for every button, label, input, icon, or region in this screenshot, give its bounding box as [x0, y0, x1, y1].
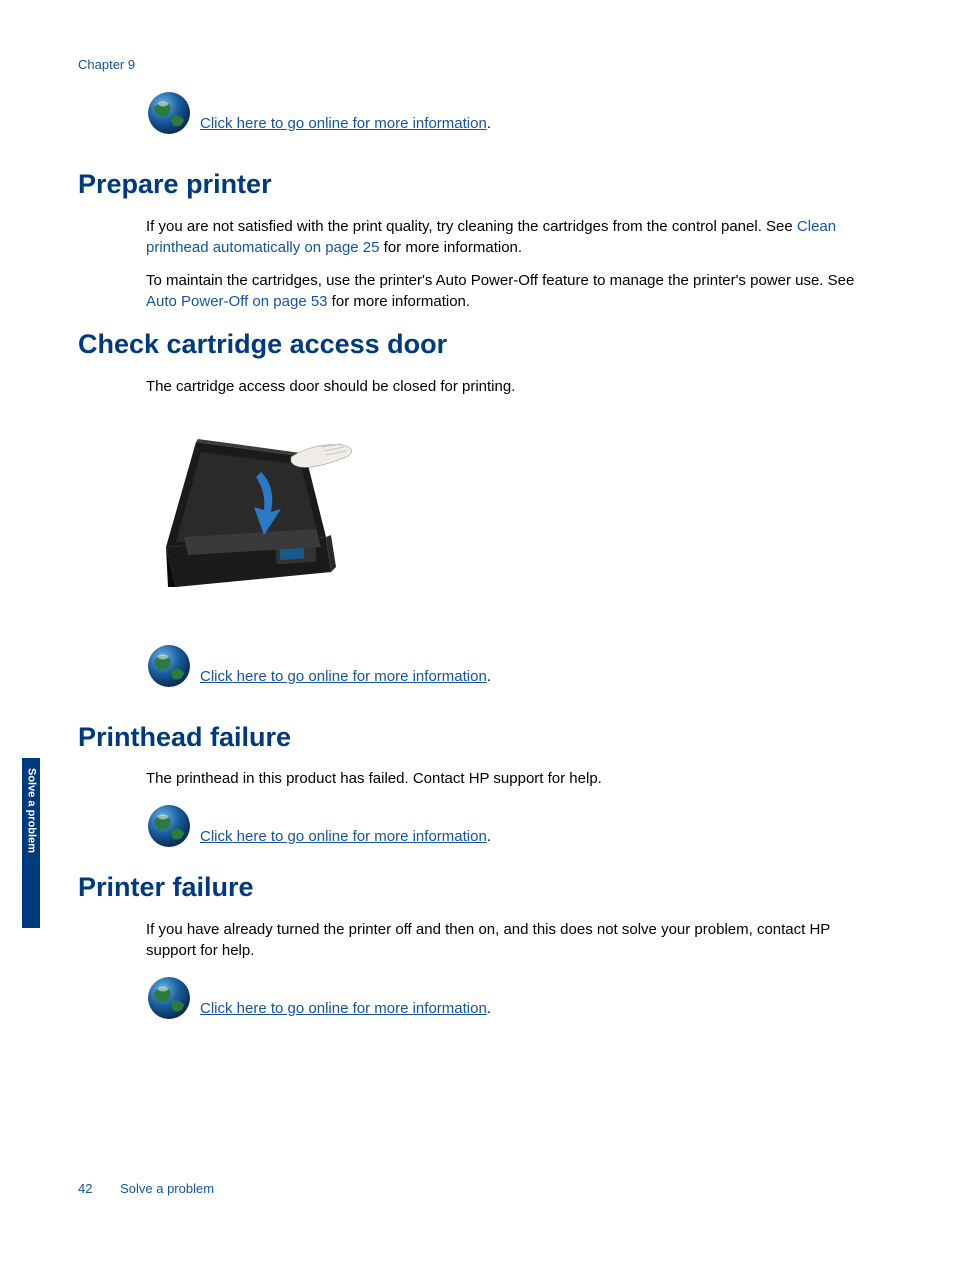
cartridge-door-paragraph: The cartridge access door should be clos…: [146, 376, 866, 397]
globe-icon: [146, 803, 192, 849]
page-number: 42: [78, 1180, 92, 1198]
online-info-row-3: Click here to go online for more informa…: [146, 803, 878, 849]
prepare-printer-heading: Prepare printer: [78, 166, 878, 204]
printer-illustration: [146, 417, 878, 613]
cartridge-door-heading: Check cartridge access door: [78, 326, 878, 364]
side-tab-label: Solve a problem: [23, 768, 38, 853]
printer-failure-heading: Printer failure: [78, 869, 878, 907]
period: .: [487, 668, 491, 685]
online-info-link[interactable]: Click here to go online for more informa…: [200, 1000, 487, 1017]
online-info-row-1: Click here to go online for more informa…: [146, 90, 878, 136]
printhead-failure-paragraph: The printhead in this product has failed…: [146, 768, 866, 789]
chapter-label: Chapter 9: [78, 56, 135, 74]
footer-section-name: Solve a problem: [120, 1181, 214, 1196]
side-tab: Solve a problem: [22, 758, 40, 928]
period: .: [487, 828, 491, 845]
online-info-link[interactable]: Click here to go online for more informa…: [200, 828, 487, 845]
printhead-failure-body: The printhead in this product has failed…: [146, 768, 866, 789]
printer-failure-body: If you have already turned the printer o…: [146, 919, 866, 961]
globe-icon: [146, 975, 192, 1021]
page-content: Click here to go online for more informa…: [78, 90, 878, 1041]
prepare-paragraph-1: If you are not satisfied with the print …: [146, 216, 866, 258]
globe-icon: [146, 90, 192, 136]
online-info-link[interactable]: Click here to go online for more informa…: [200, 115, 487, 132]
prepare-printer-body: If you are not satisfied with the print …: [146, 216, 866, 312]
page-footer: 42 Solve a problem: [78, 1180, 214, 1198]
online-info-link[interactable]: Click here to go online for more informa…: [200, 668, 487, 685]
printer-failure-paragraph: If you have already turned the printer o…: [146, 919, 866, 961]
period: .: [487, 115, 491, 132]
online-info-row-2: Click here to go online for more informa…: [146, 643, 878, 689]
online-info-row-4: Click here to go online for more informa…: [146, 975, 878, 1021]
printhead-failure-heading: Printhead failure: [78, 719, 878, 757]
globe-icon: [146, 643, 192, 689]
period: .: [487, 1000, 491, 1017]
cartridge-door-body: The cartridge access door should be clos…: [146, 376, 866, 397]
prepare-paragraph-2: To maintain the cartridges, use the prin…: [146, 270, 866, 312]
auto-power-off-link[interactable]: Auto Power-Off on page 53: [146, 293, 328, 310]
